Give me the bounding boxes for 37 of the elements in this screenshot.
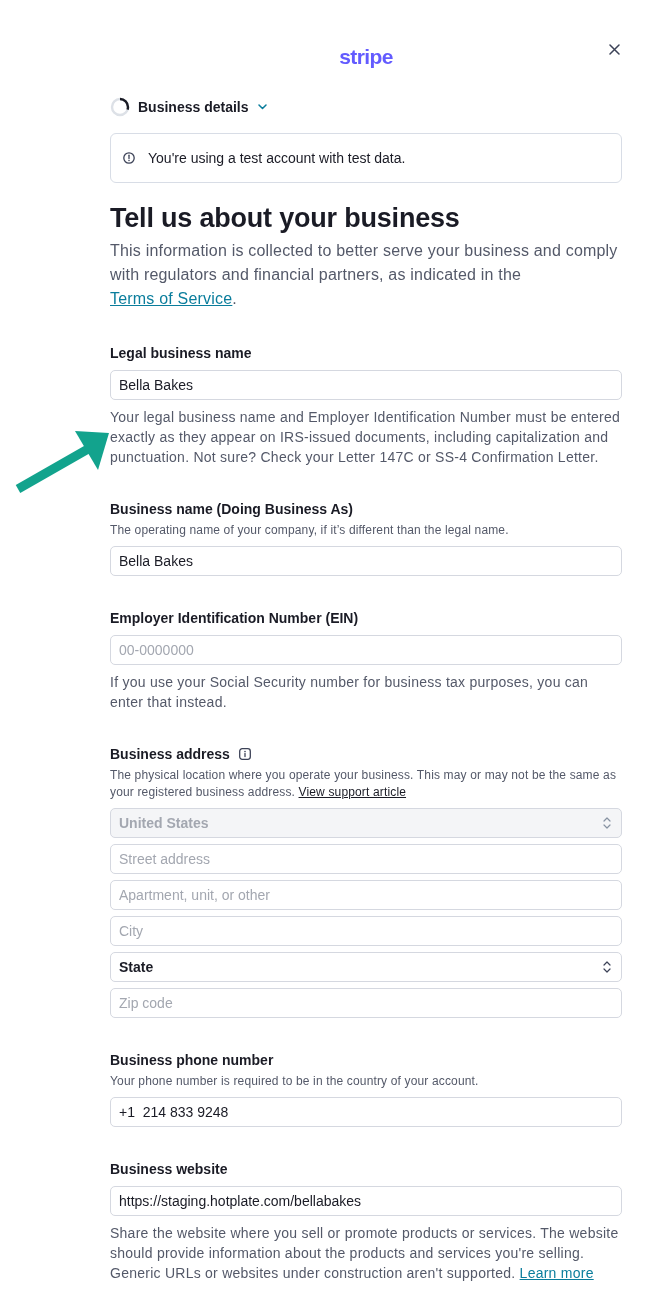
chevron-down-icon <box>257 104 267 110</box>
help-text: If you use your Social Security number for business tax purposes, you can enter that instead. <box>110 673 590 712</box>
help-text: Your phone number is required to be in the country of your account. <box>110 1073 480 1090</box>
logo: stripe <box>339 44 393 70</box>
info-icon[interactable] <box>238 748 251 760</box>
field-label: Business address <box>110 745 230 764</box>
up-down-chevron-icon <box>603 961 611 973</box>
input-field[interactable]: +1 214 833 9248 <box>110 1097 622 1127</box>
page-title: Tell us about your business <box>110 202 461 234</box>
input-field[interactable]: Bella Bakes <box>110 546 622 576</box>
intro-text: This information is collected to better serve your business and comply with regulators and financial partners, as indicated in the Terms of Service. <box>110 241 619 309</box>
progress-ring <box>110 97 130 117</box>
input-field[interactable]: https://staging.hotplate.com/bellabakes <box>110 1186 622 1216</box>
field-label: Business phone number <box>110 1051 274 1070</box>
notice-text: You're using a test account with test data. <box>148 150 406 166</box>
learn-more-link[interactable]: Learn more <box>519 1265 594 1281</box>
input-field[interactable]: Zip code <box>110 988 622 1018</box>
help-text: The physical location where you operate your business. This may or may not be the same as your registered business address. View support article <box>110 767 618 801</box>
field-label: Employer Identification Number (EIN) <box>110 609 359 628</box>
close-icon <box>608 43 620 55</box>
support-link[interactable]: View support article <box>298 785 407 799</box>
help-text: Share the website where you sell or promote products or services. The website should provide information about the products and services you're selling. Generic URLs or websites under construction aren't supported. Learn more <box>110 1224 620 1283</box>
help-text: The operating name of your company, if it’s different than the legal name. <box>110 522 510 539</box>
field-label: Legal business name <box>110 344 252 363</box>
field-label: Business name (Doing Business As) <box>110 500 353 519</box>
input-field[interactable]: Apartment, unit, or other <box>110 880 622 910</box>
up-down-chevron-icon <box>603 817 611 829</box>
input-field[interactable]: Street address <box>110 844 622 874</box>
input-field[interactable]: Bella Bakes <box>110 370 622 400</box>
field-label: Business website <box>110 1160 228 1179</box>
terms-link[interactable]: Terms of Service <box>110 290 233 307</box>
input-field[interactable]: 00-0000000 <box>110 635 622 665</box>
input-field[interactable]: City <box>110 916 622 946</box>
select-field[interactable]: State <box>110 952 622 982</box>
step-dropdown[interactable]: Business details <box>138 99 267 115</box>
exclamation-circle-icon <box>123 152 135 164</box>
help-text: Your legal business name and Employer Identification Number must be entered exactly as they appear on IRS-issued documents, including capitalization and punctuation. Not sure? Check your Letter 147C or SS-4 Confirmation Letter. <box>110 408 622 467</box>
